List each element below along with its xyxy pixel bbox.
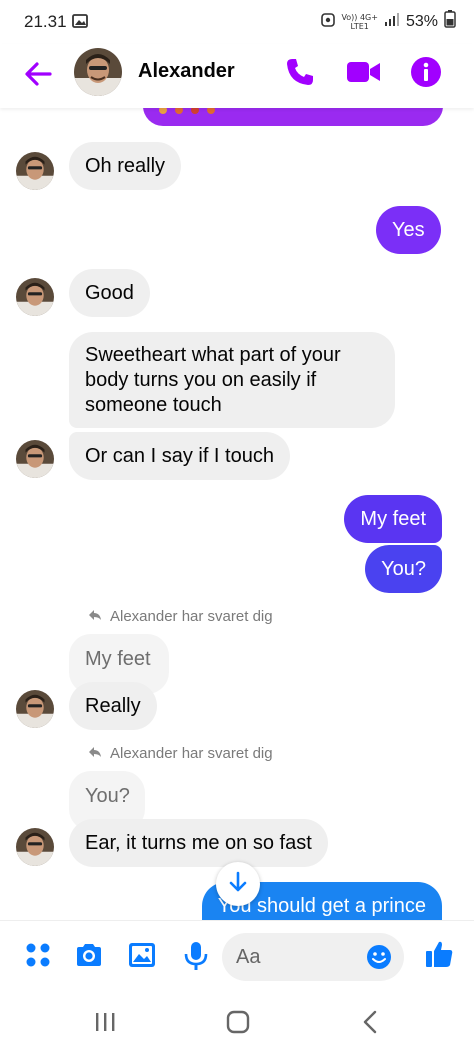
message-input-container[interactable] — [222, 933, 404, 981]
reply-arrow-icon — [88, 608, 102, 625]
chat-header: Alexander — [0, 44, 474, 108]
incoming-message[interactable]: Oh really — [69, 142, 182, 190]
apps-icon[interactable] — [24, 941, 52, 974]
status-bar: 21.31 Vo)) 4G+ LTE1 53% — [0, 0, 474, 44]
message-input[interactable] — [236, 943, 356, 971]
back-nav-icon[interactable] — [362, 1010, 378, 1039]
sender-avatar[interactable] — [16, 828, 54, 866]
message-list[interactable]: Oh really Yes Good Sweetheart what part … — [0, 108, 474, 920]
network-bottom-label: LTE1 — [350, 21, 369, 31]
sender-avatar[interactable] — [16, 152, 54, 190]
phone-icon[interactable] — [284, 56, 316, 93]
status-right: Vo)) 4G+ LTE1 53% — [321, 10, 456, 33]
recent-apps-icon[interactable] — [94, 1010, 116, 1039]
sender-avatar[interactable] — [16, 690, 54, 728]
reply-notice-text: Alexander har svaret dig — [110, 608, 273, 625]
incoming-message[interactable]: Really — [69, 682, 157, 730]
info-icon[interactable] — [410, 56, 442, 93]
reply-notice: Alexander har svaret dig — [88, 745, 273, 762]
sender-avatar[interactable] — [16, 440, 54, 478]
video-camera-icon[interactable] — [346, 58, 382, 91]
contact-avatar[interactable] — [74, 48, 122, 96]
incoming-message[interactable]: Ear, it turns me on so fast — [69, 819, 328, 867]
outgoing-message[interactable]: You? — [365, 545, 442, 593]
back-arrow-icon[interactable] — [22, 58, 54, 90]
network-top-label: Vo)) 4G+ — [341, 12, 378, 22]
reply-notice-text: Alexander har svaret dig — [110, 745, 273, 762]
message-composer — [0, 920, 474, 996]
reply-notice: Alexander har svaret dig — [88, 608, 273, 625]
sender-avatar[interactable] — [16, 278, 54, 316]
signal-icon — [384, 12, 400, 31]
contact-name[interactable]: Alexander — [138, 60, 235, 83]
emoji-strip-icon — [159, 108, 215, 114]
microphone-icon[interactable] — [182, 941, 210, 976]
network-indicator: Vo)) 4G+ LTE1 — [341, 13, 378, 31]
battery-percent: 53% — [405, 12, 438, 30]
message-bubble-partial — [143, 108, 443, 126]
emoji-icon[interactable] — [366, 944, 392, 975]
incoming-message[interactable]: Good — [69, 269, 150, 317]
alarm-icon — [321, 11, 336, 32]
gallery-notification-icon — [72, 14, 88, 33]
scroll-to-bottom-button[interactable] — [216, 862, 260, 906]
home-icon[interactable] — [226, 1010, 250, 1039]
like-icon[interactable] — [424, 939, 454, 974]
incoming-message[interactable]: Or can I say if I touch — [69, 432, 290, 480]
gallery-icon[interactable] — [128, 941, 156, 974]
camera-icon[interactable] — [74, 941, 104, 974]
outgoing-message[interactable]: Yes — [376, 206, 441, 254]
outgoing-message[interactable]: My feet — [344, 495, 442, 543]
incoming-message[interactable]: Sweetheart what part of your body turns … — [69, 332, 395, 428]
reply-arrow-icon — [88, 745, 102, 762]
status-time: 21.31 — [24, 12, 67, 31]
arrow-down-icon — [228, 871, 248, 898]
system-navigation-bar — [0, 996, 474, 1053]
battery-icon — [444, 10, 456, 33]
